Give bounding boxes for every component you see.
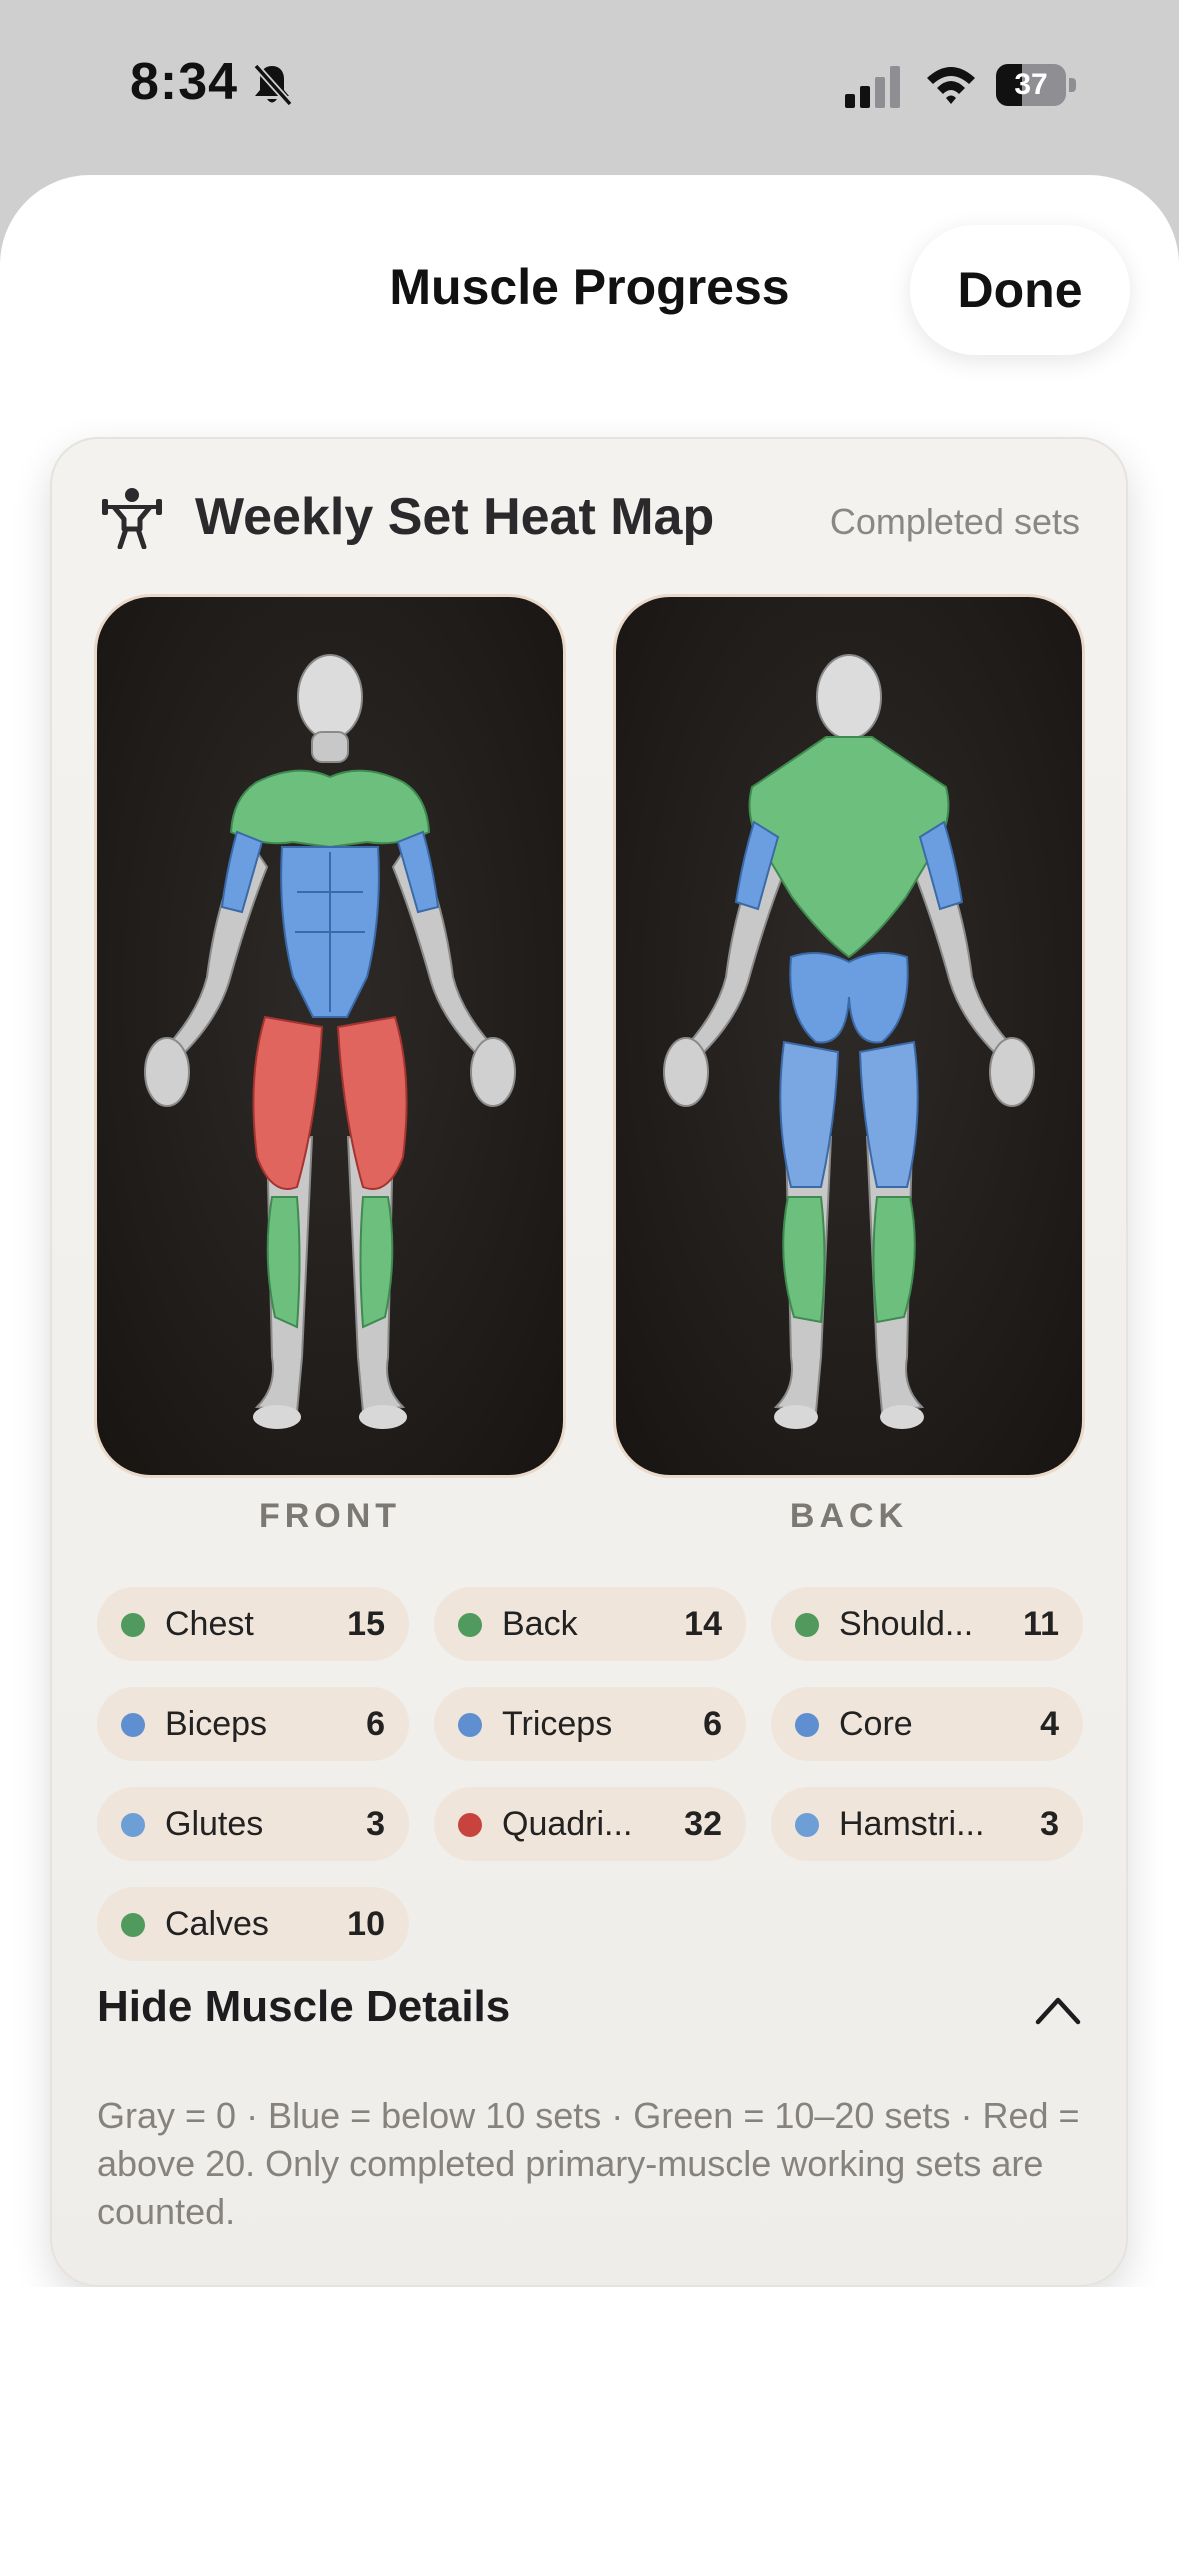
muscle-color-dot	[458, 1813, 482, 1837]
muscle-color-dot	[121, 1613, 145, 1637]
muscle-name: Should...	[839, 1605, 974, 1643]
battery-indicator: 37	[996, 64, 1078, 106]
muscle-chip[interactable]: Should... 11	[771, 1587, 1083, 1661]
color-legend-note: Gray = 0 · Blue = below 10 sets · Green …	[97, 2095, 1080, 2232]
muscle-chip[interactable]: Calves 10	[97, 1887, 409, 1961]
muscle-set-count: 14	[684, 1605, 722, 1643]
muscle-color-dot	[121, 1813, 145, 1837]
muscle-set-count: 4	[1040, 1705, 1059, 1743]
hide-details-toggle[interactable]: Hide Muscle Details	[97, 1972, 1082, 2052]
chevron-up-icon[interactable]	[1034, 1990, 1082, 2030]
muscle-name: Glutes	[165, 1805, 264, 1843]
wifi-icon	[927, 67, 975, 104]
muscle-set-count: 3	[1040, 1805, 1059, 1843]
muscle-color-dot	[121, 1713, 145, 1737]
muscle-chip[interactable]: Glutes 3	[97, 1787, 409, 1861]
battery-icon: 37	[996, 64, 1066, 106]
muscle-chip[interactable]: Biceps 6	[97, 1687, 409, 1761]
weightlifter-icon	[102, 488, 162, 549]
front-anatomy-illustration	[144, 654, 516, 1429]
card-subtitle: Completed sets	[829, 501, 1080, 542]
back-view-label: BACK	[789, 1497, 909, 1535]
status-bar: 8:34 37	[0, 0, 1179, 175]
muscle-name: Quadri...	[502, 1805, 633, 1843]
muscle-name: Core	[839, 1705, 913, 1743]
muscle-color-dot	[458, 1613, 482, 1637]
back-body-map	[616, 597, 1082, 1475]
muscle-color-dot	[458, 1713, 482, 1737]
muscle-name: Hamstri...	[839, 1805, 985, 1843]
bell-muted-icon	[253, 63, 293, 107]
muscle-name: Back	[502, 1605, 578, 1643]
muscle-set-count: 6	[366, 1705, 385, 1743]
muscle-name: Triceps	[502, 1705, 613, 1743]
muscle-chip[interactable]: Hamstri... 3	[771, 1787, 1083, 1861]
muscle-set-count: 32	[684, 1805, 722, 1843]
muscle-set-count: 6	[703, 1705, 722, 1743]
muscle-chip[interactable]: Quadri... 32	[434, 1787, 746, 1861]
sheet-bottom-area	[0, 2287, 1179, 2556]
back-anatomy-illustration	[663, 654, 1035, 1429]
muscle-color-dot	[121, 1913, 145, 1937]
muscle-name: Chest	[165, 1605, 254, 1643]
hide-details-label: Hide Muscle Details	[97, 1982, 511, 2031]
muscle-set-count: 10	[347, 1905, 385, 1943]
muscle-name: Biceps	[165, 1705, 268, 1743]
status-time: 8:34	[130, 53, 239, 111]
muscle-name: Calves	[165, 1905, 269, 1943]
muscle-chip[interactable]: Back 14	[434, 1587, 746, 1661]
cellular-signal-icon	[845, 66, 900, 108]
muscle-color-dot	[795, 1613, 819, 1637]
done-button[interactable]: Done	[910, 225, 1130, 355]
card-title: Weekly Set Heat Map	[195, 488, 715, 546]
heat-map-card: Weekly Set Heat Map Completed sets FRONT…	[50, 437, 1128, 2287]
muscle-chip[interactable]: Triceps 6	[434, 1687, 746, 1761]
muscle-chip[interactable]: Core 4	[771, 1687, 1083, 1761]
muscle-color-dot	[795, 1713, 819, 1737]
muscle-chip[interactable]: Chest 15	[97, 1587, 409, 1661]
muscle-color-dot	[795, 1813, 819, 1837]
front-body-map	[97, 597, 563, 1475]
muscle-set-count: 15	[347, 1605, 385, 1643]
front-view-label: FRONT	[258, 1497, 402, 1535]
muscle-set-count: 11	[1023, 1605, 1059, 1643]
muscle-set-count: 3	[366, 1805, 385, 1843]
battery-percent: 37	[1014, 68, 1048, 101]
